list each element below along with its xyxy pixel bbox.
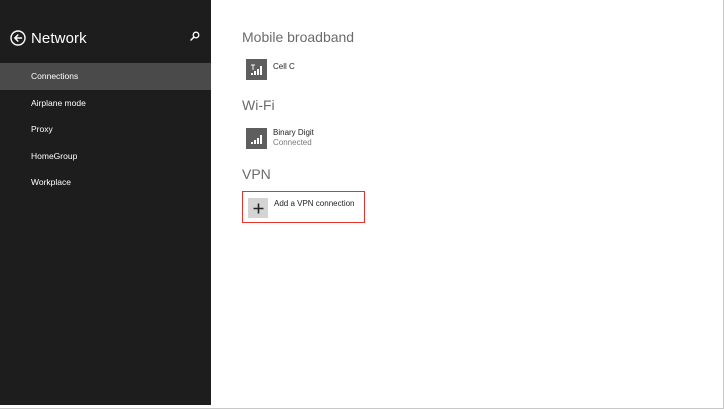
wifi-status: Connected [273,138,312,147]
wifi-signal-icon [251,135,262,144]
add-vpn-connection-button[interactable]: Add a VPN connection [242,191,365,223]
sidebar-item-label: Workplace [31,177,71,187]
vpn-heading: VPN [242,166,271,182]
sidebar-item-label: Proxy [31,124,53,134]
mobile-broadband-heading: Mobile broadband [242,29,355,45]
main-content: Mobile broadband Cell C Wi-Fi Binary Dig… [211,0,720,405]
sidebar-item-homegroup[interactable]: HomeGroup [0,143,211,170]
sidebar-nav: Connections Airplane mode Proxy HomeGrou… [0,63,211,196]
cellular-connection-name: Cell C [273,62,295,71]
wifi-network-name: Binary Digit [273,128,314,137]
cellular-signal-icon [251,64,262,75]
sidebar-item-proxy[interactable]: Proxy [0,116,211,143]
wifi-connection-item[interactable]: Binary Digit Connected [246,128,314,149]
sidebar-item-connections[interactable]: Connections [0,63,211,90]
sidebar-item-label: Airplane mode [31,97,86,108]
back-arrow-icon[interactable] [10,30,26,46]
cellular-connection-item[interactable]: Cell C [246,59,295,80]
sidebar-item-airplane-mode[interactable]: Airplane mode [0,90,211,117]
sidebar-item-label: HomeGroup [31,150,78,161]
sidebar-item-label: Connections [31,71,79,81]
plus-icon [253,203,263,213]
sidebar-item-workplace[interactable]: Workplace [0,169,211,196]
page-title: Network [31,29,87,47]
sidebar: Network Connections Airplane mode Proxy … [0,0,211,405]
wifi-connection-text: Binary Digit Connected [273,128,314,148]
add-vpn-label: Add a VPN connection [274,199,355,208]
wifi-signal-tile [246,128,267,149]
wifi-heading: Wi-Fi [242,97,275,113]
search-icon[interactable] [190,31,200,41]
cellular-signal-tile [246,59,267,80]
plus-tile [248,198,268,218]
sidebar-header: Network [10,27,87,49]
cellular-connection-text: Cell C [273,59,295,72]
